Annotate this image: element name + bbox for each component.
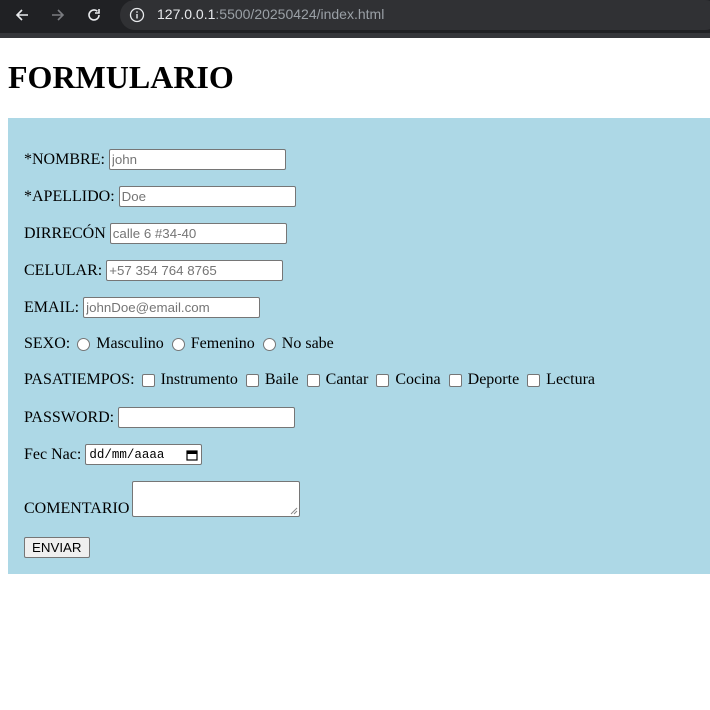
submit-row: ENVIAR [24, 537, 90, 558]
radio-no-sabe[interactable]: No sabe [260, 335, 339, 353]
submit-button[interactable]: ENVIAR [24, 537, 90, 558]
apellido-row: *APELLIDO: [24, 186, 296, 207]
radio-femenino[interactable]: Femenino [169, 335, 260, 353]
arrow-right-icon [52, 9, 65, 21]
resize-handle-icon[interactable] [290, 507, 298, 515]
direccion-label: DIRRECÓN [24, 224, 106, 242]
pasatiempos-row: PASATIEMPOS: Instrumento Baile Cantar Co… [24, 371, 600, 389]
fecha-label: Fec Nac: [24, 445, 82, 463]
checkbox-box[interactable] [376, 373, 390, 387]
radio-circle[interactable] [171, 337, 185, 351]
password-input[interactable] [118, 407, 296, 428]
checkbox-label: Baile [264, 371, 299, 388]
pasatiempos-label: PASATIEMPOS: [24, 371, 135, 388]
back-button[interactable] [7, 3, 37, 27]
nombre-input[interactable] [108, 149, 286, 170]
radio-circle[interactable] [77, 337, 91, 351]
checkbox-box[interactable] [448, 373, 462, 387]
nombre-label: *NOMBRE: [24, 150, 105, 168]
site-info-icon[interactable] [127, 5, 147, 25]
nombre-row: *NOMBRE: [24, 149, 286, 170]
password-label: PASSWORD: [24, 408, 115, 426]
password-row: PASSWORD: [24, 407, 296, 428]
radio-masculino[interactable]: Masculino [74, 335, 169, 353]
sexo-label: SEXO: [24, 335, 71, 352]
reload-icon [88, 9, 100, 21]
celular-label: CELULAR: [24, 261, 103, 279]
checkbox-box[interactable] [141, 373, 155, 387]
reload-button[interactable] [79, 3, 109, 27]
arrow-left-icon [15, 9, 28, 21]
checkbox-box[interactable] [306, 373, 320, 387]
toolbar-divider [0, 33, 710, 38]
email-label: EMAIL: [24, 298, 80, 316]
radio-label: Femenino [190, 335, 255, 352]
checkbox-baile[interactable]: Baile [243, 371, 304, 389]
calendar-icon[interactable] [186, 449, 198, 461]
checkbox-box[interactable] [245, 373, 259, 387]
checkbox-cantar[interactable]: Cantar [304, 371, 374, 389]
checkbox-label: Instrumento [160, 371, 238, 388]
email-input[interactable] [83, 297, 261, 318]
radio-circle[interactable] [262, 337, 276, 351]
checkbox-lectura[interactable]: Lectura [524, 371, 600, 389]
email-row: EMAIL: [24, 297, 261, 318]
url-path: :5500/20250424/index.html [215, 6, 385, 22]
comentario-row: COMENTARIO [24, 481, 301, 517]
checkbox-cocina[interactable]: Cocina [373, 371, 445, 389]
apellido-input[interactable] [118, 186, 296, 207]
checkbox-deporte[interactable]: Deporte [446, 371, 525, 389]
checkbox-label: Cocina [395, 371, 441, 388]
checkbox-label: Lectura [546, 371, 596, 388]
fecha-row: Fec Nac: dd/mm/aaaa [24, 444, 203, 465]
url-host: 127.0.0.1 [157, 6, 216, 22]
form-panel: *NOMBRE: *APELLIDO: DIRRECÓN CELULAR: EM… [8, 118, 710, 574]
checkbox-box[interactable] [527, 373, 541, 387]
page-title: FORMULARIO [8, 59, 234, 95]
direccion-input[interactable] [109, 223, 287, 244]
direccion-row: DIRRECÓN [24, 223, 287, 244]
browser-toolbar: 127.0.0.1:5500/20250424/index.html [0, 0, 710, 38]
celular-row: CELULAR: [24, 260, 284, 281]
sexo-row: SEXO: Masculino Femenino No sabe [24, 335, 339, 353]
radio-label: No sabe [281, 335, 334, 352]
birthdate-input[interactable]: dd/mm/aaaa [85, 444, 203, 465]
date-placeholder: dd/mm/aaaa [89, 447, 165, 462]
checkbox-instrumento[interactable]: Instrumento [139, 371, 243, 389]
comentario-textarea[interactable] [132, 481, 301, 517]
address-url: 127.0.0.1:5500/20250424/index.html [157, 6, 384, 22]
checkbox-label: Cantar [325, 371, 369, 388]
radio-label: Masculino [96, 335, 164, 352]
address-bar[interactable]: 127.0.0.1:5500/20250424/index.html [120, 0, 710, 30]
forward-button[interactable] [43, 3, 73, 27]
comentario-label: COMENTARIO [24, 500, 130, 517]
checkbox-label: Deporte [467, 371, 520, 388]
apellido-label: *APELLIDO: [24, 187, 115, 205]
celular-input[interactable] [106, 260, 284, 281]
